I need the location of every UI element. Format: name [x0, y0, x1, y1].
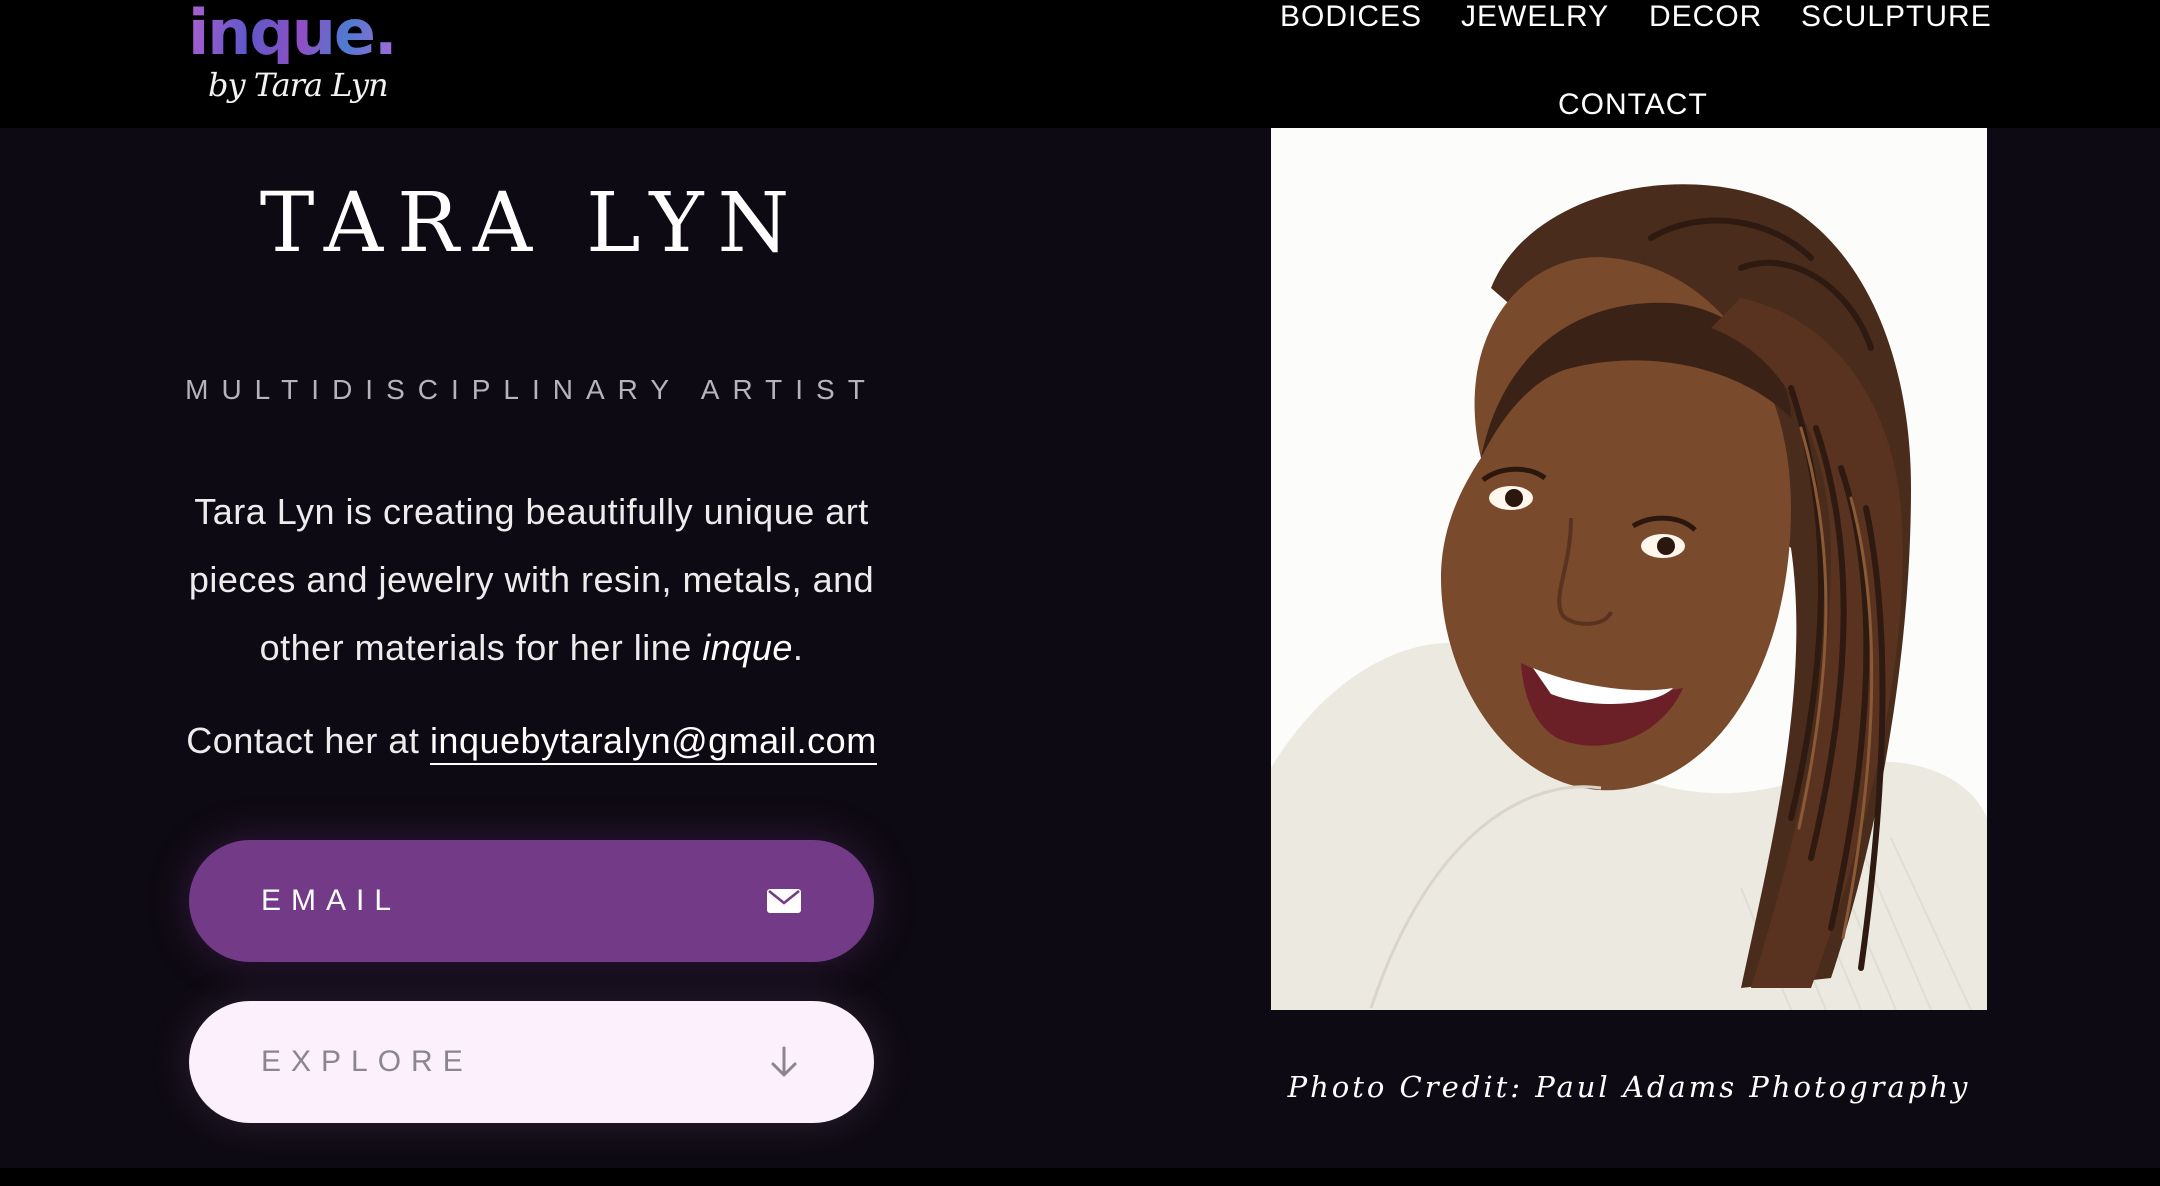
inque-logo[interactable]: inque. by Tara Lyn — [188, 2, 398, 112]
portrait-illustration — [1271, 128, 1987, 1010]
email-button[interactable]: EMAIL — [189, 840, 874, 962]
explore-button-label: EXPLORE — [261, 1045, 473, 1078]
email-button-label: EMAIL — [261, 884, 402, 917]
bottom-edge — [0, 1168, 2160, 1186]
logo-byline: by Tara Lyn — [208, 66, 389, 104]
artist-tagline: MULTIDISCIPLINARY ARTIST — [185, 374, 878, 405]
contact-line: Contact her at inquebytaralyn@gmail.com — [160, 720, 903, 765]
nav-link-contact[interactable]: CONTACT — [1558, 88, 1708, 122]
contact-prefix: Contact her at — [186, 720, 430, 761]
artist-portrait — [1271, 128, 1987, 1010]
envelope-icon — [767, 889, 801, 913]
artist-name: TARA LYN — [259, 176, 804, 271]
top-navigation: inque. by Tara Lyn BODICES JEWELRY DECOR… — [0, 0, 2160, 128]
arrow-down-icon — [771, 1046, 797, 1077]
photo-credit: Photo Credit: Paul Adams Photography — [1287, 1070, 1971, 1104]
logo-wordmark: inque. — [188, 0, 398, 69]
artist-description: Tara Lyn is creating beautifully unique … — [160, 478, 903, 682]
nav-link-jewelry[interactable]: JEWELRY — [1461, 0, 1609, 34]
nav-link-decor[interactable]: DECOR — [1649, 0, 1762, 34]
brand-name: inque — [702, 627, 793, 668]
explore-button[interactable]: EXPLORE — [189, 1001, 874, 1123]
description-end: . — [792, 627, 804, 668]
nav-link-bodices[interactable]: BODICES — [1280, 0, 1422, 34]
nav-link-sculpture[interactable]: SCULPTURE — [1801, 0, 1992, 34]
contact-email-link[interactable]: inquebytaralyn@gmail.com — [429, 720, 877, 765]
